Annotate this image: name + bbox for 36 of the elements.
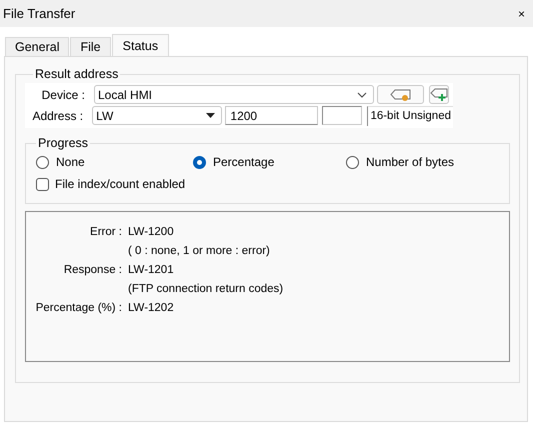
- radio-label: Percentage: [213, 155, 274, 169]
- group-title: Result address: [34, 67, 120, 81]
- radio-label: Number of bytes: [366, 155, 454, 169]
- group-title: Progress: [37, 136, 90, 150]
- address-suffix-field[interactable]: [322, 106, 362, 125]
- address-type-dropdown[interactable]: LW: [92, 106, 222, 125]
- info-value: LW-1200: [128, 226, 174, 238]
- radio-button[interactable]: [193, 156, 206, 168]
- data-type-label: 16-bit Unsigned: [367, 106, 453, 126]
- chevron-icon: [357, 92, 367, 98]
- field-label: Device :: [40, 88, 86, 102]
- info-label: Error :: [89, 226, 123, 238]
- field-label: Address :: [31, 108, 84, 122]
- tag-settings-button[interactable]: [377, 85, 424, 104]
- info-label: Percentage (%) :: [34, 302, 123, 314]
- info-label: Response :: [62, 264, 123, 276]
- tab[interactable]: Status: [112, 34, 170, 56]
- window-title: File Transfer: [3, 6, 76, 21]
- radio-button[interactable]: [36, 156, 49, 168]
- checkbox[interactable]: [36, 178, 49, 190]
- close-button[interactable]: ×: [518, 6, 525, 20]
- dropdown-arrow-icon: [206, 113, 216, 118]
- info-value: ( 0 : none, 1 or more : error): [128, 244, 270, 256]
- checkbox-label: File index/count enabled: [55, 177, 186, 191]
- device-dropdown[interactable]: Local HMI: [94, 85, 374, 104]
- info-value: LW-1202: [128, 302, 174, 314]
- info-value: LW-1201: [128, 264, 174, 276]
- tab[interactable]: General: [5, 37, 70, 56]
- tag-plus-icon: [430, 88, 448, 102]
- tag-gear-icon: [390, 88, 412, 100]
- add-tag-button[interactable]: [429, 85, 449, 104]
- info-value: (FTP connection return codes): [128, 282, 284, 294]
- address-field[interactable]: 1200: [225, 106, 318, 125]
- radio-button[interactable]: [346, 156, 359, 168]
- radio-label: None: [56, 155, 85, 169]
- tab[interactable]: File: [70, 37, 111, 56]
